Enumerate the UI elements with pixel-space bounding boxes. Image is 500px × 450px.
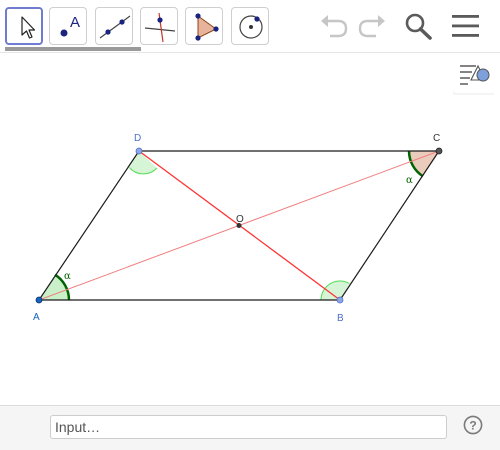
label-d: D: [134, 133, 141, 144]
svg-text:?: ?: [469, 418, 476, 432]
circle-tool-button[interactable]: [231, 7, 269, 45]
label-o: O: [236, 214, 244, 225]
label-b: B: [337, 313, 344, 324]
cursor-arrow-icon: [21, 16, 36, 39]
graphics-view[interactable]: A B C D O α α: [0, 53, 500, 405]
help-icon[interactable]: ?: [463, 415, 483, 435]
geogebra-app: A A B C D O α α Input… ?: [0, 0, 500, 450]
toolbar-scroll-indicator: [5, 47, 141, 51]
search-icon[interactable]: [402, 11, 434, 43]
toolbar: A: [0, 0, 500, 52]
line-tool-button[interactable]: [95, 7, 133, 45]
perpendicular-line-icon: [144, 12, 176, 43]
polygon-tool-button[interactable]: [185, 7, 223, 45]
point-tool-label: A: [70, 14, 80, 31]
angle-label-a: α: [64, 271, 71, 282]
point-icon: A: [60, 14, 80, 37]
segment-da[interactable]: [38, 150, 140, 301]
point-d[interactable]: [135, 147, 143, 155]
angle-label-c: α: [406, 175, 413, 186]
point-a[interactable]: [35, 296, 43, 304]
undo-icon[interactable]: [318, 12, 350, 40]
label-a: A: [33, 312, 40, 323]
point-b[interactable]: [336, 296, 344, 304]
line-through-points-icon: [99, 15, 131, 39]
move-tool-button[interactable]: [5, 7, 43, 45]
label-c: C: [433, 133, 440, 144]
circle-center-point-icon: [239, 15, 263, 39]
perpendicular-line-tool-button[interactable]: [140, 7, 178, 45]
point-c[interactable]: [435, 147, 443, 155]
redo-icon[interactable]: [356, 12, 388, 40]
segment-bc[interactable]: [339, 150, 440, 301]
style-bar-toggle-icon[interactable]: [453, 61, 495, 95]
input-bar: [0, 405, 500, 450]
algebra-input-field[interactable]: [50, 415, 447, 439]
polygon-triangle-icon: [195, 13, 219, 41]
point-tool-button[interactable]: A: [49, 7, 87, 45]
hamburger-menu-icon[interactable]: [450, 13, 482, 39]
